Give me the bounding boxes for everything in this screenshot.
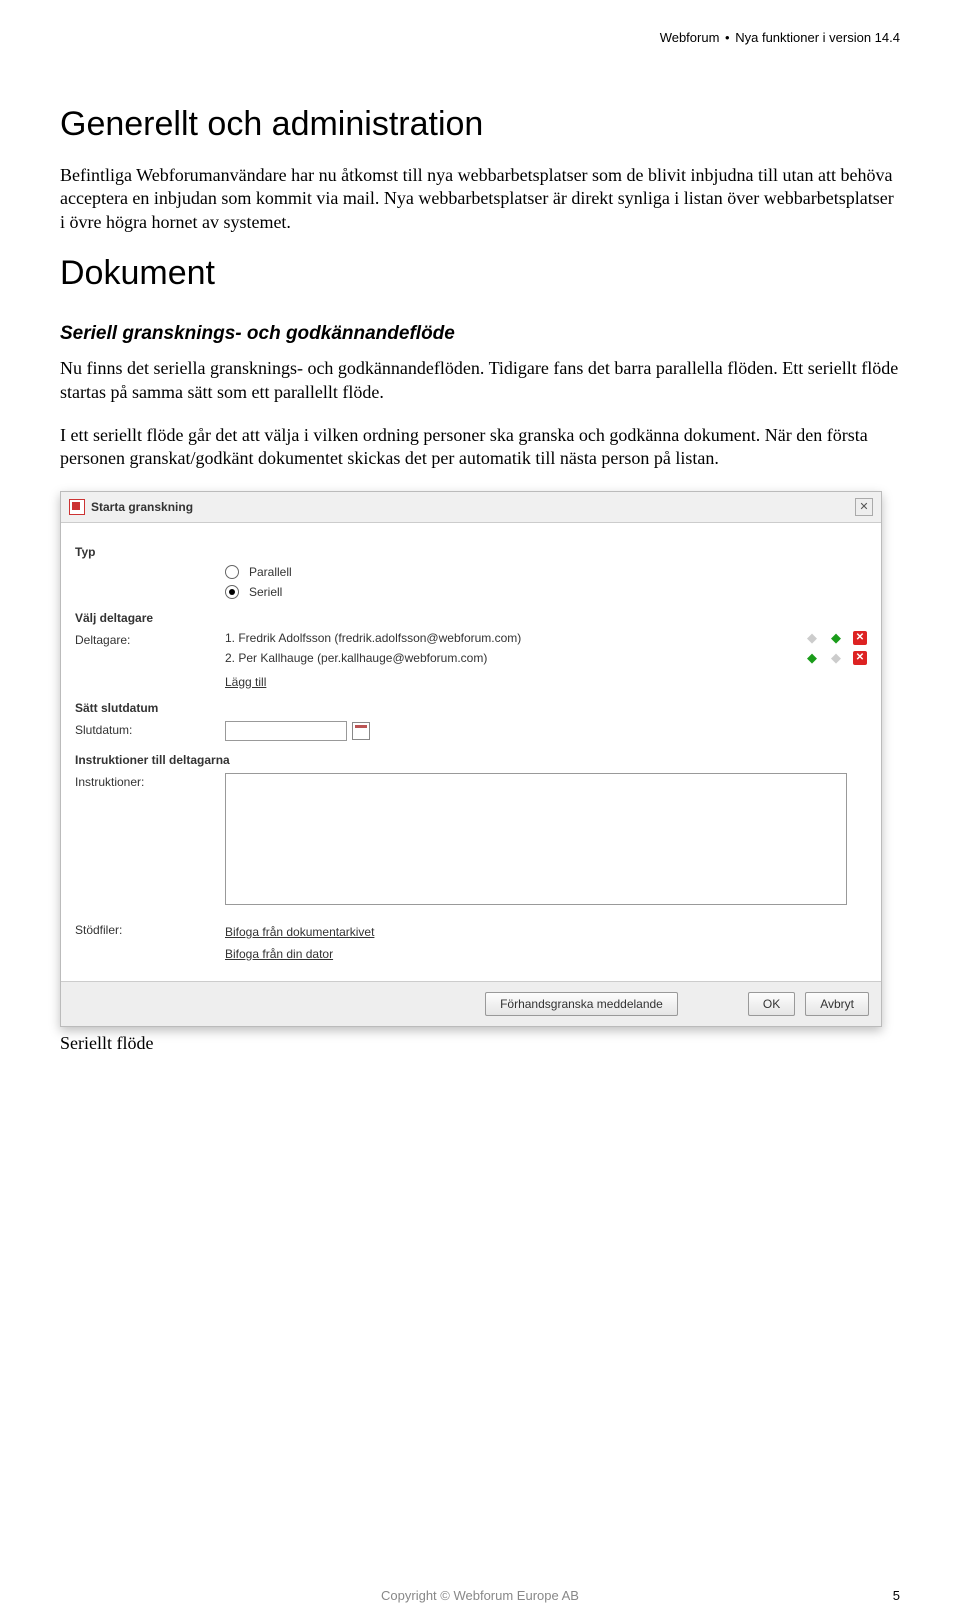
label-support-files: Stödfiler: <box>75 921 225 937</box>
ok-button[interactable]: OK <box>748 992 795 1016</box>
dialog-body: Typ Parallell Seriell Välj deltagare Del… <box>61 523 881 981</box>
enddate-input[interactable] <box>225 721 347 741</box>
attach-from-archive-link[interactable]: Bifoga från dokumentarkivet <box>225 925 374 939</box>
figure-caption: Seriellt flöde <box>60 1033 900 1054</box>
radio-parallel[interactable]: Parallell <box>225 565 867 579</box>
heading-dokument: Dokument <box>60 254 900 293</box>
footer-copyright: Copyright © Webforum Europe AB <box>90 1588 870 1603</box>
cancel-button[interactable]: Avbryt <box>805 992 869 1016</box>
remove-icon[interactable]: ✕ <box>853 651 867 665</box>
bullet-icon: • <box>725 30 730 45</box>
participant-name: 1. Fredrik Adolfsson (fredrik.adolfsson@… <box>225 631 805 645</box>
paragraph-intro: Befintliga Webforumanvändare har nu åtko… <box>60 164 900 234</box>
move-up-icon[interactable]: ◆ <box>805 631 819 645</box>
page-number: 5 <box>870 1588 900 1603</box>
paragraph-serial-1: Nu finns det seriella gransknings- och g… <box>60 357 900 404</box>
move-down-icon[interactable]: ◆ <box>829 631 843 645</box>
header-left: Webforum <box>660 30 720 45</box>
start-review-dialog: Starta granskning ✕ Typ Parallell Seriel… <box>60 491 882 1027</box>
section-label-instructions: Instruktioner till deltagarna <box>75 753 867 767</box>
radio-parallel-label: Parallell <box>249 565 292 579</box>
label-enddate: Slutdatum: <box>75 721 225 737</box>
move-up-icon[interactable]: ◆ <box>805 651 819 665</box>
instructions-textarea[interactable] <box>225 773 847 905</box>
dialog-title: Starta granskning <box>91 500 855 514</box>
header-right: Nya funktioner i version 14.4 <box>735 30 900 45</box>
heading-general-admin: Generellt och administration <box>60 105 900 144</box>
page-header: Webforum • Nya funktioner i version 14.4 <box>60 30 900 45</box>
paragraph-serial-2: I ett seriellt flöde går det att välja i… <box>60 424 900 471</box>
participant-row: 2. Per Kallhauge (per.kallhauge@webforum… <box>225 651 867 665</box>
dialog-footer: Förhandsgranska meddelande OK Avbryt <box>61 981 881 1026</box>
calendar-icon[interactable] <box>352 722 370 740</box>
dialog-titlebar: Starta granskning ✕ <box>61 492 881 523</box>
participant-name: 2. Per Kallhauge (per.kallhauge@webforum… <box>225 651 805 665</box>
add-participant-link[interactable]: Lägg till <box>225 675 266 689</box>
section-label-type: Typ <box>75 545 867 559</box>
radio-icon <box>225 585 239 599</box>
section-label-enddate: Sätt slutdatum <box>75 701 867 715</box>
app-icon <box>69 499 85 515</box>
remove-icon[interactable]: ✕ <box>853 631 867 645</box>
preview-message-button[interactable]: Förhandsgranska meddelande <box>485 992 678 1016</box>
subheading-serial-flow: Seriell gransknings- och godkännandeflöd… <box>60 323 900 345</box>
participant-row: 1. Fredrik Adolfsson (fredrik.adolfsson@… <box>225 631 867 645</box>
page-footer: Copyright © Webforum Europe AB 5 <box>60 1588 900 1603</box>
move-down-icon[interactable]: ◆ <box>829 651 843 665</box>
attach-from-computer-link[interactable]: Bifoga från din dator <box>225 947 374 961</box>
close-icon[interactable]: ✕ <box>855 498 873 516</box>
radio-serial-label: Seriell <box>249 585 282 599</box>
section-label-participants: Välj deltagare <box>75 611 867 625</box>
label-instructions: Instruktioner: <box>75 773 225 789</box>
radio-serial[interactable]: Seriell <box>225 585 867 599</box>
radio-icon <box>225 565 239 579</box>
label-participants: Deltagare: <box>75 631 225 647</box>
